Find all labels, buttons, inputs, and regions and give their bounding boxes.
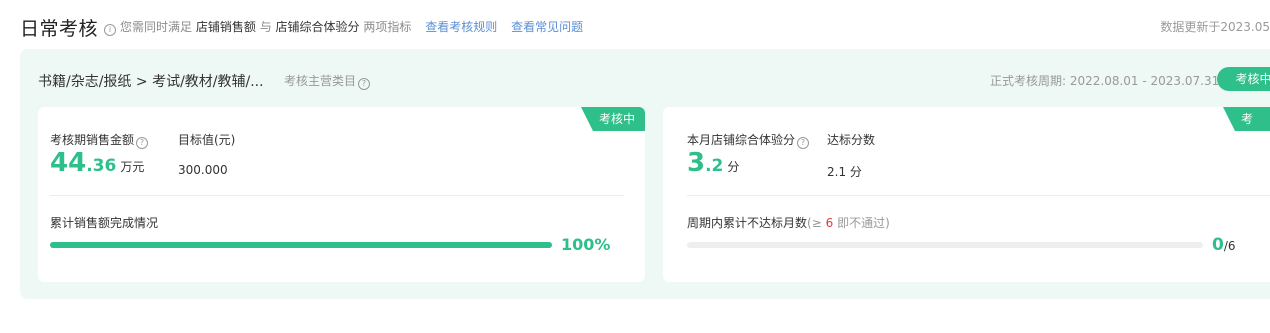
sales-progress-fill <box>50 242 552 248</box>
main-category-label: 考核主营类目? <box>284 72 371 90</box>
months-count-value: 0 <box>1212 235 1224 255</box>
score-value-int: 3 <box>687 148 706 178</box>
assessment-tip: i 您需同时满足 店铺销售额 与 店铺综合体验分 两项指标 查看考核规则 查看常见… <box>104 18 583 36</box>
help-icon[interactable]: ? <box>358 78 371 90</box>
months-count-total: /6 <box>1223 239 1236 253</box>
tip-suffix: 两项指标 <box>363 20 412 34</box>
score-label: 本月店铺综合体验分? <box>687 131 810 149</box>
score-value: 3.2 分 <box>687 148 739 178</box>
sales-status-tag: 考核中 <box>580 107 645 131</box>
tip-metric-sales: 店铺销售额 <box>195 20 256 34</box>
score-target-value: 2.1 分 <box>827 165 862 179</box>
sales-amount-dec: .36 <box>86 156 117 176</box>
view-faq-link[interactable]: 查看常见问题 <box>511 20 583 34</box>
months-note-prefix: (≥ <box>807 216 822 230</box>
assessment-panel: 书籍/杂志/报纸 > 考试/教材/教辅/... 考核主营类目? 正式考核周期: … <box>20 49 1270 299</box>
sales-amount-unit: 万元 <box>120 160 145 174</box>
sales-label: 考核期销售金额? <box>50 131 149 149</box>
status-badge: 考核中 <box>1217 67 1270 91</box>
sales-progress-bar <box>50 242 552 248</box>
score-card: 考核中 本月店铺综合体验分? 达标分数 3.2 分 2.1 分 周期内累计不达标月… <box>663 107 1270 282</box>
assessment-period: 正式考核周期: 2022.08.01 - 2023.07.31 <box>990 74 1220 88</box>
score-status-tag: 考核中 <box>1223 107 1270 131</box>
divider <box>50 195 624 196</box>
months-note-number: 6 <box>825 216 834 230</box>
data-updated-time: 数据更新于2023.05 <box>1160 20 1270 34</box>
sales-card: 考核中 考核期销售金额? 目标值(元) 44.36 万元 300.000 累计销售… <box>38 107 645 282</box>
sales-target-value: 300.000 <box>178 163 228 177</box>
months-label: 周期内累计不达标月数(≥ 6 即不通过) <box>687 214 890 231</box>
sales-progress-label: 累计销售额完成情况 <box>50 216 159 230</box>
divider <box>687 195 1270 196</box>
months-note-suffix: 即不通过) <box>837 216 890 230</box>
tip-prefix: 您需同时满足 <box>120 20 193 34</box>
months-label-text: 周期内累计不达标月数 <box>687 216 808 230</box>
sales-amount-int: 44 <box>50 148 87 178</box>
tip-and: 与 <box>259 20 272 34</box>
score-value-dec: .2 <box>705 156 724 176</box>
sales-label-text: 考核期销售金额 <box>50 133 135 147</box>
sales-amount: 44.36 万元 <box>50 148 144 178</box>
view-rules-link[interactable]: 查看考核规则 <box>425 20 497 34</box>
score-target-label: 达标分数 <box>827 133 876 147</box>
months-progress-bar <box>687 242 1203 248</box>
main-category-path: 书籍/杂志/报纸 > 考试/教材/教辅/... <box>38 74 264 90</box>
page-header: 日常考核 i 您需同时满足 店铺销售额 与 店铺综合体验分 两项指标 查看考核规则… <box>20 12 1270 40</box>
page-title: 日常考核 <box>20 18 99 40</box>
info-icon: i <box>104 24 116 36</box>
tip-metric-score: 店铺综合体验分 <box>275 20 360 34</box>
sales-progress-percent: 100% <box>561 235 611 254</box>
months-count: 0/6 <box>1212 235 1236 255</box>
score-value-unit: 分 <box>727 160 740 174</box>
main-category-label-text: 考核主营类目 <box>284 74 357 88</box>
help-icon[interactable]: ? <box>797 137 810 149</box>
sales-target-label: 目标值(元) <box>178 133 236 147</box>
score-label-text: 本月店铺综合体验分 <box>687 133 796 147</box>
